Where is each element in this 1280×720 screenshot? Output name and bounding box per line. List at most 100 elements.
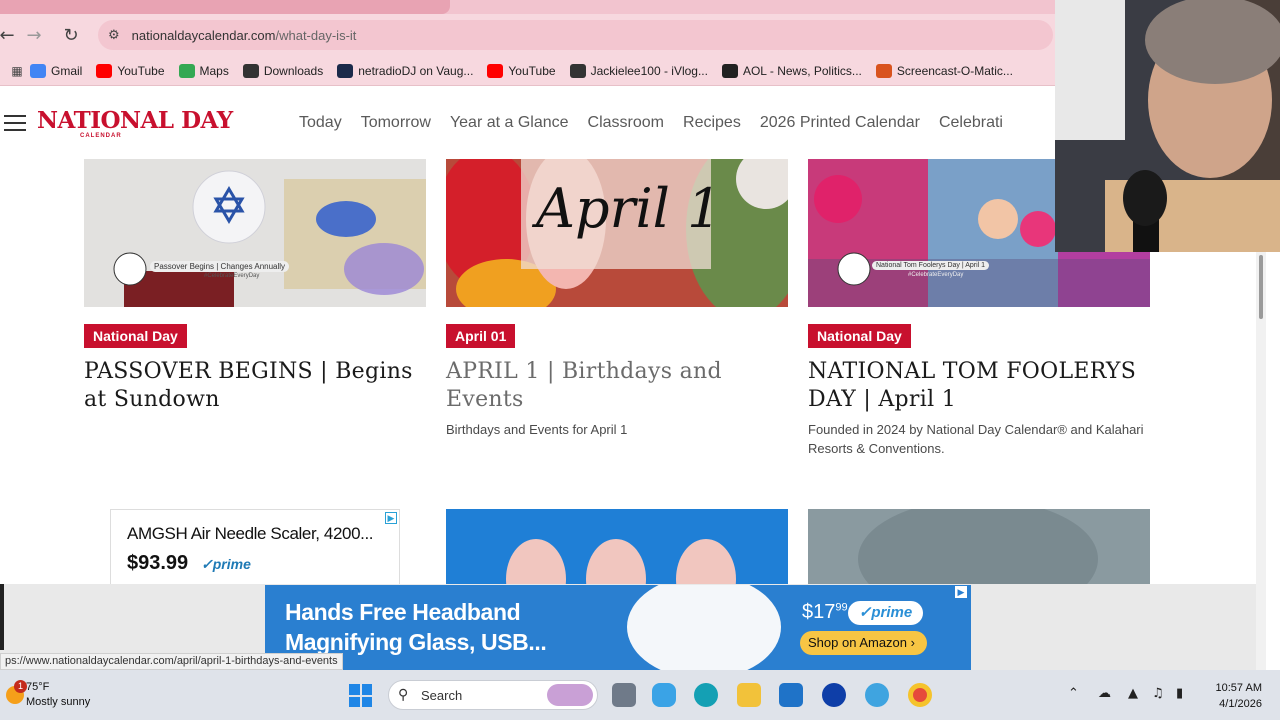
bookmark-label: Downloads (263, 63, 324, 78)
wifi-icon[interactable]: ▲ (1128, 686, 1138, 701)
webcam-overlay (1055, 0, 1280, 252)
bookmark-item[interactable]: Maps (178, 63, 229, 78)
weather-condition: Mostly sunny (26, 696, 91, 708)
prime-badge: ✓prime (201, 556, 251, 572)
card-image-april-1[interactable]: April 1 (446, 159, 788, 307)
download-icon (242, 63, 259, 78)
card-image-caption: April 1 (536, 177, 722, 240)
site-info-icon[interactable]: ⚙ (108, 28, 120, 43)
bookmark-label: Screencast-O-Matic... (896, 63, 1013, 78)
bookmark-label: Jackielee100 - iVlog... (590, 63, 708, 78)
ad-product-title[interactable]: AMGSH Air Needle Scaler, 4200... (127, 524, 374, 544)
bookmark-label: Gmail (51, 63, 83, 78)
youtube-icon (487, 63, 504, 78)
reload-icon[interactable]: ↻ (54, 19, 88, 51)
active-tab[interactable] (0, 0, 450, 14)
site-header: NATIONAL DAY CALENDAR Today Tomorrow Yea… (0, 87, 1055, 159)
card-image-caption: National Tom Foolerys Day | April 1 (872, 261, 990, 270)
clock-time: 10:57 AM (1215, 682, 1262, 694)
menu-icon[interactable] (4, 115, 26, 131)
bookmark-item[interactable]: YouTube (96, 63, 165, 78)
ivlog-icon (569, 63, 586, 78)
bookmark-item[interactable]: netradioDJ on Vaug... (337, 63, 473, 78)
nav-celebrations[interactable]: Celebrati (939, 114, 1003, 132)
card-title-april-1[interactable]: APRIL 1 | Birthdays and Events (446, 358, 791, 414)
clock-date: 4/1/2026 (1219, 698, 1262, 710)
tab-strip (0, 0, 1055, 14)
maps-icon (178, 63, 195, 78)
card-image-hashtag: #CelebrateEveryDay (204, 273, 260, 279)
copilot-icon[interactable] (652, 683, 676, 707)
link-status-url: ps://www.nationaldaycalendar.com/april/a… (0, 653, 343, 670)
hp-icon[interactable] (822, 683, 846, 707)
nav-classroom[interactable]: Classroom (588, 114, 664, 132)
nav-tomorrow[interactable]: Tomorrow (361, 114, 431, 132)
url-text: nationaldaycalendar.com/what-day-is-it (131, 27, 357, 43)
screen: ← → ↻ ⚙ nationaldaycalendar.com/what-day… (0, 0, 1280, 720)
site-logo[interactable]: NATIONAL DAY (37, 107, 233, 134)
vaughn-icon (337, 63, 354, 78)
bookmark-item[interactable]: Gmail (30, 63, 83, 78)
card-image-caption: Passover Begins | Changes Annually (150, 261, 290, 272)
chrome-icon[interactable] (908, 683, 932, 707)
ad-product-price: $93.99 (127, 552, 189, 574)
taskbar-search[interactable]: ⚲ Search (388, 680, 598, 710)
card-title-passover[interactable]: PASSOVER BEGINS | Begins at Sundown (84, 358, 429, 414)
system-clock[interactable]: 10:57 AM 4/1/2026 (1206, 680, 1262, 712)
prime-badge: ✓prime (848, 601, 923, 625)
bookmark-label: AOL - News, Politics... (742, 63, 862, 78)
nav-year-at-a-glance[interactable]: Year at a Glance (450, 114, 569, 132)
store-icon[interactable] (779, 683, 803, 707)
battery-icon[interactable]: ▮ (1176, 686, 1183, 701)
search-icon: ⚲ (398, 687, 409, 703)
forward-icon[interactable]: → (14, 19, 54, 51)
bookmark-label: YouTube (117, 63, 165, 78)
card-image-row2-hands[interactable] (446, 509, 788, 584)
back-icon[interactable]: ← (0, 19, 15, 51)
task-view-icon[interactable] (612, 683, 636, 707)
bookmark-item[interactable]: Downloads (242, 63, 324, 78)
edge-icon[interactable] (694, 683, 718, 707)
page-scrollbar[interactable] (1256, 252, 1266, 670)
bookmark-label: Maps (199, 63, 229, 78)
browser-toolbar: ← → ↻ ⚙ nationaldaycalendar.com/what-day… (0, 14, 1055, 56)
taskbar-search-label: Search (421, 688, 463, 703)
bookmark-item[interactable]: AOL - News, Politics... (721, 63, 862, 78)
bookmark-item[interactable]: YouTube (487, 63, 556, 78)
card-image-row2-photo[interactable] (808, 509, 1150, 584)
aol-icon (721, 63, 738, 78)
nav-recipes[interactable]: Recipes (683, 114, 741, 132)
amazon-ad-banner[interactable]: Hands Free Headband Magnifying Glass, US… (265, 585, 971, 670)
banner-title[interactable]: Hands Free Headband Magnifying Glass, US… (285, 597, 547, 657)
show-hidden-icons-icon[interactable]: ⌃ (1068, 686, 1079, 701)
nav-printed-calendar[interactable]: 2026 Printed Calendar (760, 114, 920, 132)
nav-today[interactable]: Today (299, 114, 342, 132)
shop-on-amazon-button[interactable]: Shop on Amazon › (800, 631, 927, 655)
amazon-ad-small[interactable]: ▶ AMGSH Air Needle Scaler, 4200... $93.9… (110, 509, 400, 584)
card-category-badge[interactable]: National Day (808, 324, 911, 348)
card-image-hashtag: #CelebrateEveryDay (908, 272, 964, 278)
start-button[interactable] (349, 684, 372, 707)
youtube-icon (96, 63, 113, 78)
card-category-badge[interactable]: April 01 (446, 324, 516, 348)
apps-grid-icon[interactable]: ▦ (4, 55, 30, 87)
help-icon[interactable] (865, 683, 889, 707)
file-explorer-icon[interactable] (737, 683, 761, 707)
bookmarks-bar: ▦ Gmail YouTube Maps Downloads netradioDJ on… (0, 56, 1055, 86)
card-image-passover[interactable]: Passover Begins | Changes Annually #Cele… (84, 159, 426, 307)
banner-product-image[interactable] (627, 585, 781, 670)
scrollbar-thumb[interactable] (1259, 255, 1263, 319)
card-title-tom-foolerys[interactable]: NATIONAL TOM FOOLERYS DAY | April 1 (808, 358, 1153, 414)
weather-temp: 75°F (26, 681, 50, 693)
card-description: Founded in 2024 by National Day Calendar… (808, 422, 1144, 456)
bookmark-item[interactable]: Screencast-O-Matic... (875, 63, 1013, 78)
ad-choices-icon[interactable]: ▶ (385, 512, 397, 524)
volume-icon[interactable]: ♫ (1152, 686, 1164, 701)
search-highlight-image (547, 684, 593, 706)
card-category-badge[interactable]: National Day (84, 324, 187, 348)
onedrive-icon[interactable]: ☁ (1098, 686, 1111, 701)
address-bar[interactable]: ⚙ nationaldaycalendar.com/what-day-is-it (98, 20, 1053, 50)
site-logo-subtitle: CALENDAR (80, 133, 122, 139)
ad-choices-icon[interactable]: ▶ (955, 586, 967, 598)
bookmark-item[interactable]: Jackielee100 - iVlog... (569, 63, 708, 78)
